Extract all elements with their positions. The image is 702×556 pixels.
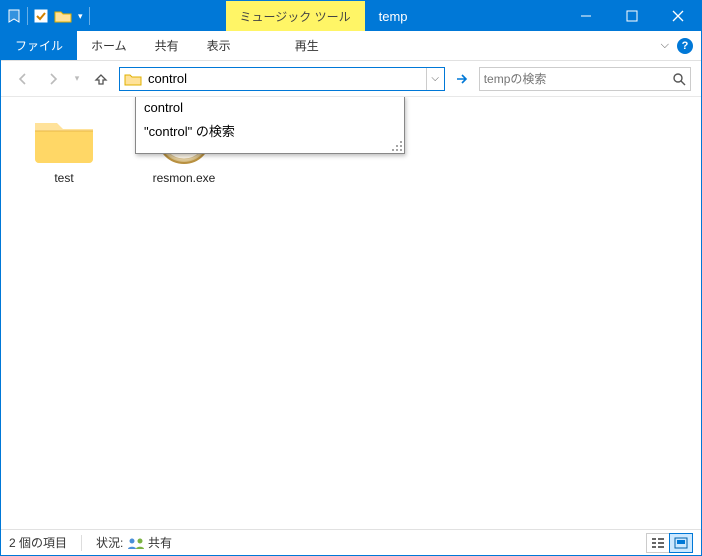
- view-details-button[interactable]: [646, 533, 670, 553]
- back-button[interactable]: [11, 67, 35, 91]
- tab-play[interactable]: 再生: [281, 31, 333, 60]
- folder-icon: [124, 72, 142, 86]
- tab-share[interactable]: 共有: [141, 31, 193, 60]
- status-item-count: 2 個の項目: [9, 534, 67, 551]
- item-folder[interactable]: test: [19, 109, 109, 185]
- content-pane[interactable]: control "control" の検索 test: [1, 97, 701, 529]
- minimize-button[interactable]: [563, 1, 609, 31]
- details-view-icon: [651, 537, 665, 549]
- quick-access-toolbar: ▾: [1, 1, 96, 31]
- ribbon-context-label[interactable]: ミュージック ツール: [226, 1, 365, 31]
- view-icons-button[interactable]: [669, 533, 693, 553]
- forward-button[interactable]: [41, 67, 65, 91]
- tab-view[interactable]: 表示: [193, 31, 245, 60]
- view-mode-buttons: [647, 533, 693, 553]
- separator: [89, 7, 90, 25]
- item-label: resmon.exe: [153, 171, 216, 185]
- separator: [81, 535, 82, 551]
- suggestions-resize-grip[interactable]: [136, 143, 404, 153]
- bookmark-icon[interactable]: [7, 9, 21, 23]
- help-icon[interactable]: ?: [677, 38, 693, 54]
- folder-icon[interactable]: [54, 9, 72, 23]
- window-title: temp: [365, 1, 422, 31]
- resize-grip-icon: [391, 140, 403, 152]
- icons-view-icon: [674, 537, 688, 549]
- ribbon-tabs: ファイル ホーム 共有 表示 再生 ⌵ ?: [1, 31, 701, 61]
- up-button[interactable]: [89, 67, 113, 91]
- maximize-button[interactable]: [609, 1, 655, 31]
- address-suggestions: control "control" の検索: [135, 97, 405, 154]
- navigation-bar: ▾ ⌵: [1, 61, 701, 97]
- suggestion-item[interactable]: control: [136, 97, 404, 118]
- search-box[interactable]: [479, 67, 691, 91]
- status-state-value: 共有: [148, 536, 172, 550]
- tab-file[interactable]: ファイル: [1, 31, 77, 60]
- checkbox-icon[interactable]: [34, 9, 48, 23]
- go-button[interactable]: [451, 67, 473, 91]
- history-dropdown[interactable]: ▾: [71, 67, 83, 91]
- ribbon-expand-icon[interactable]: ⌵: [661, 39, 669, 52]
- status-state-label: 状況:: [96, 536, 123, 550]
- address-bar[interactable]: ⌵: [119, 67, 445, 91]
- close-button[interactable]: [655, 1, 701, 31]
- search-icon[interactable]: [672, 72, 686, 86]
- search-input[interactable]: [484, 72, 672, 86]
- explorer-window: ▾ ミュージック ツール temp ファイル ホーム 共有 表示 再生 ⌵ ? …: [0, 0, 702, 556]
- status-bar: 2 個の項目 状況: 共有: [1, 529, 701, 555]
- title-bar: ▾ ミュージック ツール temp: [1, 1, 701, 31]
- separator: [27, 7, 28, 25]
- folder-icon: [29, 109, 99, 165]
- item-label: test: [54, 171, 73, 185]
- address-input[interactable]: [146, 68, 426, 90]
- qat-dropdown-icon[interactable]: ▾: [78, 11, 83, 22]
- address-dropdown-icon[interactable]: ⌵: [426, 68, 444, 90]
- suggestion-item[interactable]: "control" の検索: [136, 118, 404, 143]
- tab-home[interactable]: ホーム: [77, 31, 141, 60]
- people-icon: [127, 537, 145, 549]
- status-state: 状況: 共有: [96, 534, 172, 551]
